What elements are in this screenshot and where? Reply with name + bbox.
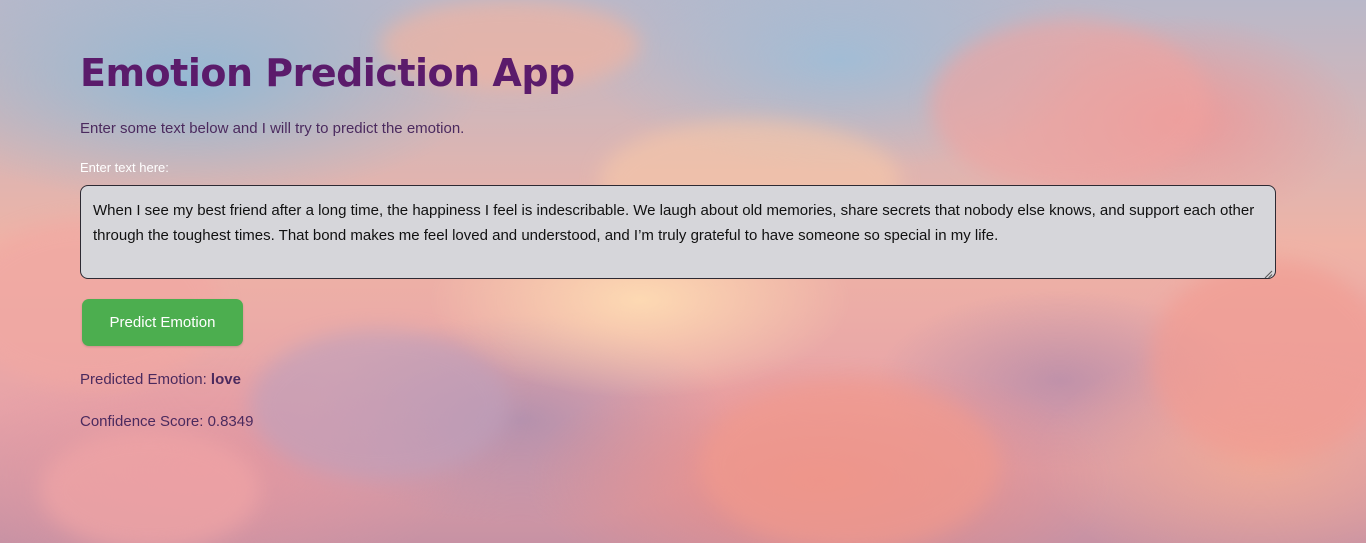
text-input-container: When I see my best friend after a long t… bbox=[80, 185, 1276, 279]
text-input-label: Enter text here: bbox=[80, 160, 169, 175]
page-title: Emotion Prediction App bbox=[80, 51, 575, 95]
page-subtitle: Enter some text below and I will try to … bbox=[80, 120, 465, 137]
confidence-score-value: 0.8349 bbox=[207, 413, 254, 430]
predicted-emotion-line: Predicted Emotion: love bbox=[80, 370, 241, 390]
text-input[interactable]: When I see my best friend after a long t… bbox=[81, 186, 1275, 278]
confidence-score-label: Confidence Score: bbox=[80, 413, 204, 430]
predicted-emotion-value: love bbox=[210, 371, 241, 388]
predict-emotion-button[interactable]: Predict Emotion bbox=[82, 299, 243, 346]
resize-handle-icon[interactable] bbox=[1263, 266, 1273, 278]
predicted-emotion-label: Predicted Emotion: bbox=[80, 371, 207, 388]
confidence-score-line: Confidence Score: 0.8349 bbox=[80, 412, 253, 432]
